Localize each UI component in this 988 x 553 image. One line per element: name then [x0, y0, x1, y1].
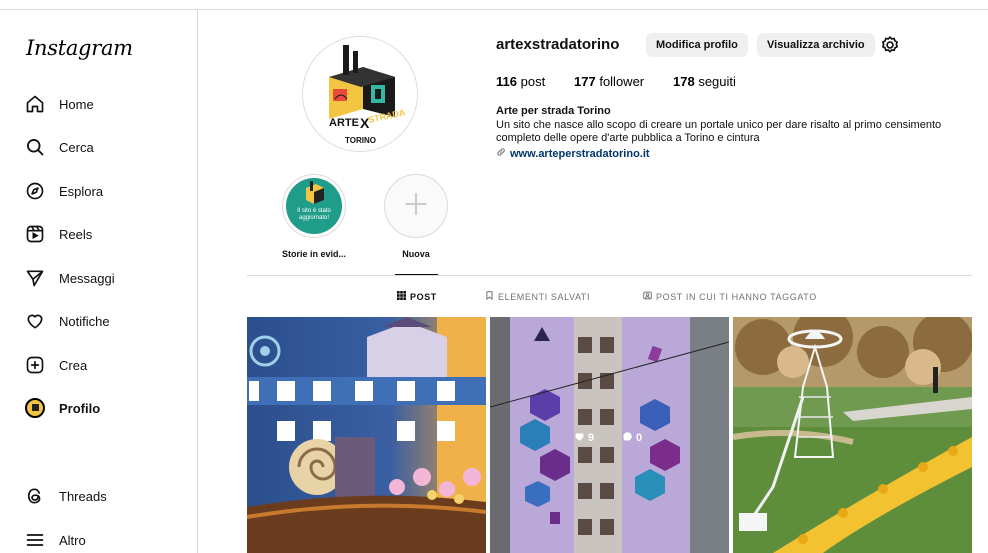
send-icon [25, 268, 45, 288]
tab-posts[interactable]: POST [397, 291, 437, 302]
post-thumbnail[interactable] [733, 317, 972, 553]
stat-posts: 116 post [496, 74, 545, 89]
sidebar-item-label: Cerca [59, 139, 94, 155]
bookmark-icon [485, 291, 494, 302]
tabs-divider [247, 275, 972, 276]
bio-text: Un sito che nasce allo scopo di creare u… [496, 119, 942, 144]
instagram-logo[interactable]: Instagram [26, 36, 133, 60]
grid-icon [397, 291, 406, 302]
highlight-new[interactable] [384, 174, 448, 238]
tab-tagged[interactable]: POST IN CUI TI HANNO TAGGATO [643, 291, 817, 302]
followers-label: follower [599, 74, 645, 89]
sidebar-item-label: Home [59, 96, 94, 112]
sidebar-item-label: Profilo [59, 400, 101, 416]
sidebar-item-label: Notifiche [59, 313, 110, 329]
tab-label: ELEMENTI SALVATI [498, 291, 591, 302]
sidebar-item-search[interactable]: Cerca [25, 132, 94, 162]
sidebar-item-label: Threads [59, 488, 107, 504]
post-image-mural-building [490, 317, 729, 553]
posts-count: 116 [496, 74, 517, 89]
link-icon [496, 147, 506, 160]
sidebar-item-threads[interactable]: Threads [25, 481, 107, 511]
compass-icon [25, 181, 45, 201]
posts-label: post [520, 74, 546, 89]
sidebar-item-label: Reels [59, 226, 93, 242]
highlight-label: Nuova [402, 249, 430, 259]
post-image-mural-ship [247, 317, 486, 553]
avatar-text-arte: ARTE [329, 117, 359, 129]
comment-filled-icon [622, 431, 633, 445]
sidebar-item-reels[interactable]: Reels [25, 219, 92, 249]
tab-label: POST IN CUI TI HANNO TAGGATO [656, 291, 817, 302]
sidebar-item-create[interactable]: Crea [25, 350, 87, 380]
highlight-inner-text: Il sito è stato aggiornato! [297, 208, 331, 221]
sidebar-item-profile[interactable]: Profilo [25, 393, 100, 423]
threads-icon [25, 486, 45, 506]
gear-icon[interactable] [880, 35, 900, 55]
tag-icon [643, 291, 652, 302]
view-archive-button[interactable]: Visualizza archivio [757, 33, 875, 57]
heart-filled-icon [574, 431, 585, 445]
tab-label: POST [410, 291, 437, 302]
followers-count: 177 [574, 74, 596, 89]
bio-name: Arte per strada Torino [496, 105, 611, 117]
heart-icon [25, 311, 45, 331]
highlight-label: Storie in evid... [281, 249, 346, 259]
stat-following[interactable]: 178 seguiti [673, 74, 736, 89]
reels-icon [25, 224, 45, 244]
edit-profile-button[interactable]: Modifica profilo [646, 33, 748, 57]
sidebar-item-label: Crea [59, 357, 88, 373]
profile-avatar[interactable]: ARTE X STRADA TORINO [302, 36, 418, 152]
sidebar-item-messages[interactable]: Messaggi [25, 263, 115, 293]
bio-link[interactable]: www.arteperstradatorino.it [496, 147, 650, 160]
bio-link-text: www.arteperstradatorino.it [510, 147, 650, 160]
profile-username: artexstradatorino [496, 36, 620, 53]
sidebar-item-notifications[interactable]: Notifiche [25, 306, 110, 336]
tab-saved[interactable]: ELEMENTI SALVATI [485, 291, 590, 302]
highlight-featured-stories[interactable]: Il sito è stato aggiornato! [282, 174, 346, 238]
sidebar-item-label: Messaggi [59, 270, 115, 286]
plus-icon [401, 189, 431, 224]
sidebar-item-home[interactable]: Home [25, 89, 94, 119]
sidebar-item-label: Esplora [59, 183, 104, 199]
post-comments-overlay: 0 [622, 431, 642, 445]
post-thumbnail[interactable] [247, 317, 486, 553]
likes-count: 9 [588, 432, 595, 444]
comments-count: 0 [636, 432, 643, 444]
avatar-icon [25, 398, 45, 418]
post-likes-overlay: 9 [574, 431, 594, 445]
post-image-wire-sculpture [733, 317, 972, 553]
post-thumbnail[interactable] [490, 317, 729, 553]
highlight-cover: Il sito è stato aggiornato! [286, 178, 342, 234]
sidebar-item-label: Altro [59, 532, 86, 548]
home-icon [25, 94, 45, 114]
sidebar-item-explore[interactable]: Esplora [25, 176, 103, 206]
active-tab-indicator [395, 274, 438, 275]
search-icon [25, 137, 45, 157]
following-count: 178 [673, 74, 695, 89]
stat-followers[interactable]: 177 follower [574, 74, 644, 89]
sidebar: Instagram Home Cerca Esplora Reels Messa… [0, 10, 198, 553]
menu-icon [25, 530, 45, 550]
following-label: seguiti [698, 74, 736, 89]
plus-square-icon [25, 355, 45, 375]
sidebar-item-more[interactable]: Altro [25, 525, 86, 553]
avatar-text-torino: TORINO [345, 136, 376, 145]
